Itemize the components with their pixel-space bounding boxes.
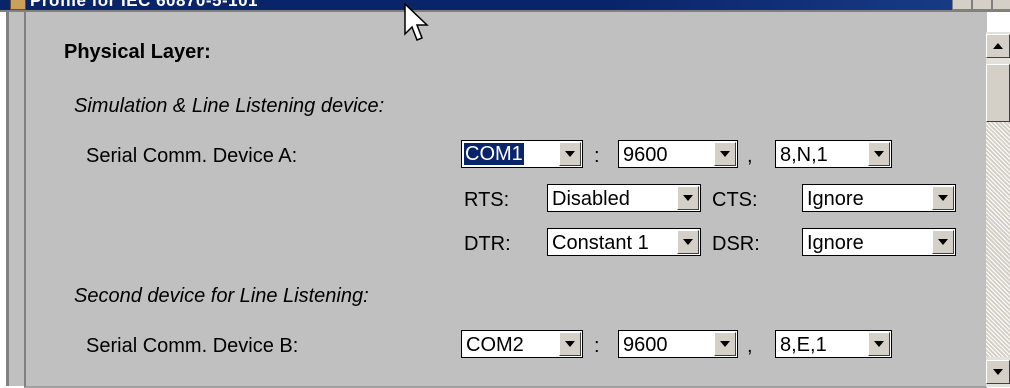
rts-select[interactable]: Disabled [547, 184, 701, 212]
dsr-select[interactable]: Ignore [802, 228, 956, 256]
cts-label: CTS: [712, 189, 758, 211]
dropdown-arrow-icon[interactable] [677, 230, 699, 254]
rts-label: RTS: [464, 189, 510, 211]
vertical-scrollbar[interactable] [986, 32, 1010, 387]
device-b-label: Serial Comm. Device B: [86, 335, 299, 357]
scroll-up-arrow-icon[interactable] [986, 34, 1010, 58]
minimize-button[interactable] [952, 0, 972, 10]
window-title-bar[interactable]: Profile for IEC 60870-5-101 [0, 0, 1010, 10]
comma-separator: , [747, 335, 753, 357]
device-a-format-value: 8,N,1 [780, 144, 828, 166]
device-b-port-value: COM2 [466, 334, 524, 356]
second-group-heading: Second device for Line Listening: [74, 285, 369, 307]
device-b-baud-select[interactable]: 9600 [618, 330, 738, 358]
comma-separator: , [747, 145, 753, 167]
device-b-format-select[interactable]: 8,E,1 [775, 330, 892, 358]
cts-select[interactable]: Ignore [802, 184, 956, 212]
cts-value: Ignore [807, 188, 864, 210]
dropdown-arrow-icon[interactable] [714, 332, 736, 356]
window-title: Profile for IEC 60870-5-101 [30, 0, 258, 10]
window-app-icon [10, 0, 26, 10]
device-a-port-value: COM1 [464, 143, 524, 165]
scroll-down-arrow-icon[interactable] [986, 360, 1010, 384]
device-b-baud-value: 9600 [623, 334, 668, 356]
sim-group-heading: Simulation & Line Listening device: [74, 95, 385, 117]
dsr-label: DSR: [712, 233, 760, 255]
dropdown-arrow-icon[interactable] [559, 332, 581, 356]
device-a-label: Serial Comm. Device A: [86, 145, 298, 167]
device-b-port-select[interactable]: COM2 [461, 330, 583, 358]
colon-separator: : [594, 145, 600, 167]
dropdown-arrow-icon[interactable] [677, 186, 699, 210]
dtr-select[interactable]: Constant 1 [547, 228, 701, 256]
device-a-baud-value: 9600 [623, 144, 668, 166]
dsr-value: Ignore [807, 232, 864, 254]
frame-edge [6, 12, 9, 386]
colon-separator: : [594, 335, 600, 357]
close-button[interactable] [992, 0, 1010, 10]
dtr-label: DTR: [464, 233, 511, 255]
dropdown-arrow-icon[interactable] [932, 230, 954, 254]
scrollbar-track[interactable] [986, 122, 1010, 357]
section-title: Physical Layer: [64, 41, 211, 63]
dtr-value: Constant 1 [552, 232, 649, 254]
device-b-format-value: 8,E,1 [780, 334, 827, 356]
scrollbar-thumb[interactable] [986, 64, 1010, 122]
maximize-button[interactable] [972, 0, 992, 10]
mouse-pointer-icon [404, 2, 429, 41]
dropdown-arrow-icon[interactable] [868, 142, 890, 166]
dropdown-arrow-icon[interactable] [868, 332, 890, 356]
device-a-port-select[interactable]: COM1 [461, 140, 583, 168]
dropdown-arrow-icon[interactable] [714, 142, 736, 166]
rts-value: Disabled [552, 188, 630, 210]
dropdown-arrow-icon[interactable] [932, 186, 954, 210]
device-a-baud-select[interactable]: 9600 [618, 140, 738, 168]
device-a-format-select[interactable]: 8,N,1 [775, 140, 892, 168]
dropdown-arrow-icon[interactable] [559, 142, 581, 166]
